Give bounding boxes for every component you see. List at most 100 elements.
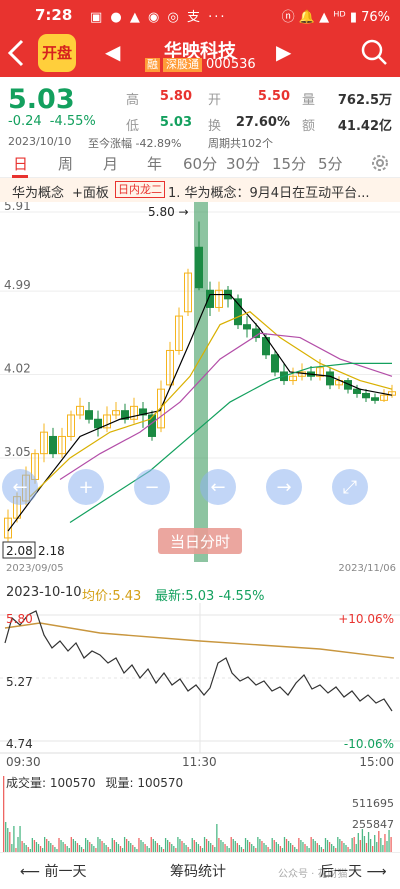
- concept-tag[interactable]: 华为概念: [12, 182, 64, 201]
- tab-year[interactable]: 年: [147, 153, 162, 174]
- tab-day[interactable]: 日: [13, 153, 28, 174]
- tab-15min[interactable]: 15分: [272, 153, 306, 174]
- volume-bar: [9, 832, 11, 852]
- candle-body: [195, 246, 203, 289]
- next-day-button[interactable]: 后一天 ⟶: [320, 861, 387, 881]
- intraday-mid-price: 5.27: [6, 675, 33, 689]
- intraday-header: 2023-10-10 均价:5.43 最新:5.03 -4.55%: [0, 583, 400, 604]
- volume-bar: [203, 837, 206, 852]
- intraday-bottom-pct: -10.06%: [343, 737, 394, 751]
- volume-bar: [76, 843, 79, 852]
- volume-bar: [44, 837, 46, 852]
- tab-week[interactable]: 周: [58, 153, 73, 174]
- volume-bar: [339, 839, 341, 852]
- tab-30min[interactable]: 30分: [226, 153, 260, 174]
- news-strip[interactable]: 华为概念 +面板 日内龙二 1. 华为概念：9月4日在互动平台...: [0, 178, 400, 202]
- volume-bar: [130, 843, 132, 852]
- date-start: 2023/09/05: [6, 563, 64, 574]
- prev-icon[interactable]: ←: [200, 469, 236, 505]
- volume-bar: [21, 841, 23, 852]
- volume-bar: [388, 830, 390, 852]
- volume-bar: [158, 845, 161, 852]
- volume-bar: [164, 838, 167, 852]
- tab-60min[interactable]: 60分: [183, 153, 217, 174]
- candle-body: [271, 354, 279, 373]
- volume-bar: [384, 834, 386, 852]
- candle-body: [94, 418, 102, 429]
- volume-bar: [218, 838, 220, 852]
- volume-bar: [85, 838, 87, 852]
- stock-code: 000536: [206, 57, 256, 72]
- volume-bar: [328, 842, 331, 852]
- volume-bar: [171, 844, 173, 852]
- search-icon[interactable]: [360, 38, 388, 66]
- volume-bar: [123, 837, 126, 852]
- volume-info: 成交量: 100570 现量: 100570: [6, 774, 183, 791]
- volume-bar: [74, 841, 77, 852]
- period-tabs: 日 周 月 年 60分 30分 15分 5分: [0, 150, 400, 178]
- volume-bar: [277, 844, 279, 852]
- volume-bar: [191, 838, 193, 852]
- volume-bar: [210, 843, 212, 852]
- volume-bar: [19, 826, 21, 852]
- volume-bar: [181, 841, 183, 852]
- intraday-overlay-button[interactable]: 当日分时: [158, 528, 242, 554]
- board-tag[interactable]: +面板: [72, 182, 109, 201]
- overlay-button-label: 当日分时: [170, 533, 230, 551]
- chip-stats-button[interactable]: 筹码统计: [170, 861, 226, 881]
- volume-bar: [179, 839, 181, 852]
- volume-bar: [11, 844, 13, 852]
- left-arrow-icon[interactable]: ←: [2, 469, 38, 505]
- volume-bar: [341, 841, 343, 852]
- volume-bar: [58, 838, 60, 852]
- price-change: -0.24 -4.55%: [8, 114, 96, 129]
- bottom-bar: ⟵ 前一天 筹码统计 公众号 · 花财猫 后一天 ⟶: [0, 852, 400, 889]
- tab-month[interactable]: 月: [103, 153, 118, 174]
- intraday-leader-badge: 日内龙二: [115, 181, 165, 198]
- intraday-top-price: 5.80: [6, 612, 33, 626]
- next-icon[interactable]: →: [266, 469, 302, 505]
- volume-total: 成交量: 100570: [6, 776, 96, 790]
- change-amount: -0.24: [8, 114, 42, 129]
- volume-bar: [113, 840, 115, 852]
- range-change: 至今涨幅 -42.89%: [88, 137, 182, 150]
- volume-bar: [197, 844, 200, 852]
- volume-bar: [382, 845, 384, 852]
- volume-bar: [298, 838, 300, 852]
- news-text[interactable]: 1. 华为概念：9月4日在互动平台...: [168, 182, 396, 201]
- kline-chart[interactable]: 5.91 4.99 4.02 3.05 5.80 → 2.08 2.18 ← + − ← → ⤢ 当日分…: [0, 202, 400, 562]
- volume-bar: [35, 842, 38, 852]
- amount-value: 41.42亿: [337, 119, 392, 134]
- kline-y-label: 5.91: [4, 202, 31, 213]
- app-header: 7:28 ▣ ● ▲ ◉ ◎ 支 ··· ⓝ 🔔 ▲ ᴴᴰ ▮ 76% 开盘 ◀…: [0, 0, 400, 77]
- zoom-in-icon[interactable]: +: [68, 469, 104, 505]
- zoom-out-icon[interactable]: −: [134, 469, 170, 505]
- volume-bar: [251, 844, 253, 852]
- volume-bar: [152, 839, 154, 852]
- intraday-date: 2023-10-10: [6, 585, 82, 600]
- next-stock-icon[interactable]: ▶: [276, 40, 291, 64]
- prev-day-button[interactable]: ⟵ 前一天: [20, 861, 87, 881]
- volume-bar: [222, 842, 224, 852]
- volume-bar: [7, 828, 9, 852]
- volume-bar: [97, 837, 99, 852]
- volume-bar: [48, 841, 50, 852]
- kline-high-mark: 5.80 →: [148, 205, 189, 219]
- volume-bar: [378, 831, 380, 852]
- volume-bar: [220, 840, 222, 852]
- fullscreen-icon[interactable]: ⤢: [332, 469, 368, 505]
- volume-bar: [337, 837, 339, 852]
- volume-bar: [132, 845, 134, 852]
- intraday-chart[interactable]: [0, 603, 400, 768]
- volume-bar: [380, 838, 382, 852]
- volume-bar: [195, 842, 197, 852]
- volume-bar: [33, 840, 36, 852]
- gear-icon[interactable]: [370, 153, 390, 177]
- tab-5min[interactable]: 5分: [318, 153, 343, 174]
- volume-bar: [302, 842, 304, 852]
- prev-day-label: 前一天: [44, 864, 87, 880]
- time-start: 09:30: [6, 755, 41, 769]
- high-label: 高: [126, 93, 140, 108]
- avg-price: 均价:5.43: [82, 589, 142, 604]
- volume-bar: [105, 845, 107, 852]
